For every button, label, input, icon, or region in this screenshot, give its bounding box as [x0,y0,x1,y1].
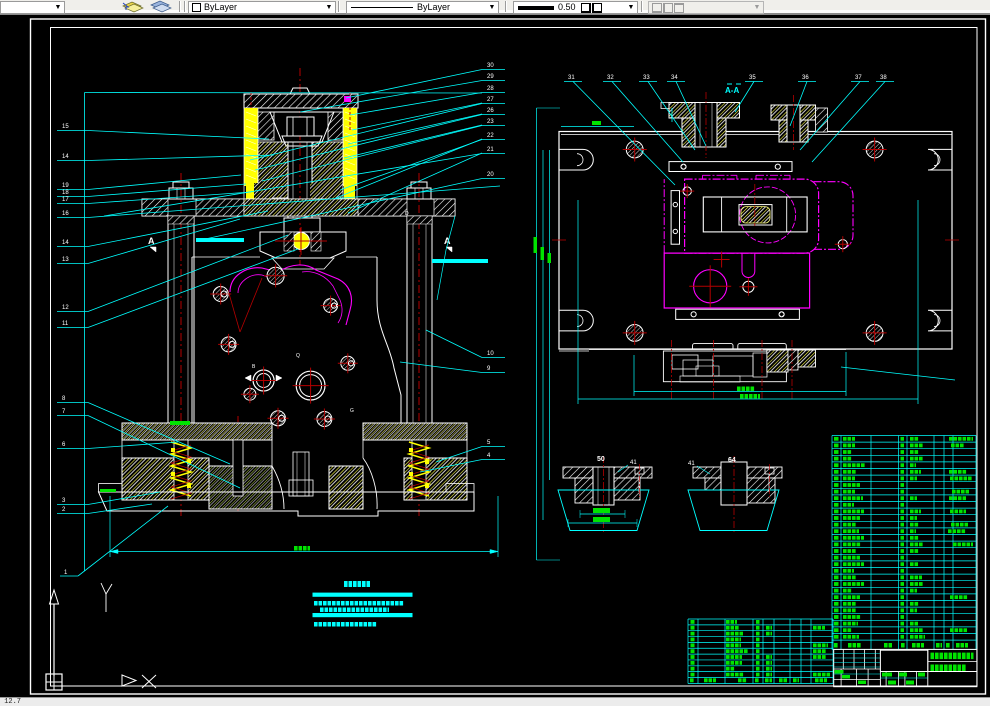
svg-text:35: 35 [749,75,756,81]
svg-text:36: 36 [802,75,809,81]
svg-text:12: 12 [62,305,69,311]
svg-text:21: 21 [487,147,494,153]
svg-text:18: 18 [62,190,69,196]
svg-text:33: 33 [643,75,650,81]
svg-text:14: 14 [62,154,69,160]
svg-text:30: 30 [487,63,494,69]
svg-text:G: G [350,408,354,414]
svg-text:11: 11 [62,321,69,327]
svg-text:37: 37 [855,75,862,81]
svg-text:28: 28 [487,86,494,92]
svg-text:Q: Q [296,353,300,359]
svg-text:27: 27 [487,97,494,103]
svg-text:41: 41 [630,460,637,466]
svg-text:23: 23 [487,119,494,125]
svg-text:32: 32 [607,75,614,81]
svg-text:16: 16 [62,211,69,217]
svg-text:29: 29 [487,74,494,80]
svg-text:15: 15 [62,124,69,130]
svg-text:D: D [405,211,409,217]
svg-text:31: 31 [568,75,575,81]
svg-text:50: 50 [597,456,605,463]
svg-text:26: 26 [487,108,494,114]
svg-text:20: 20 [487,172,494,178]
svg-text:34: 34 [671,75,678,81]
svg-text:13: 13 [62,257,69,263]
svg-text:38: 38 [880,75,887,81]
svg-text:14: 14 [62,240,69,246]
svg-text:64: 64 [728,457,736,464]
svg-text:A-A: A-A [725,86,739,95]
svg-text:19: 19 [62,183,69,189]
svg-text:10: 10 [487,351,494,357]
svg-text:22: 22 [487,133,494,139]
svg-text:17: 17 [62,197,69,203]
svg-text:41: 41 [688,461,695,467]
